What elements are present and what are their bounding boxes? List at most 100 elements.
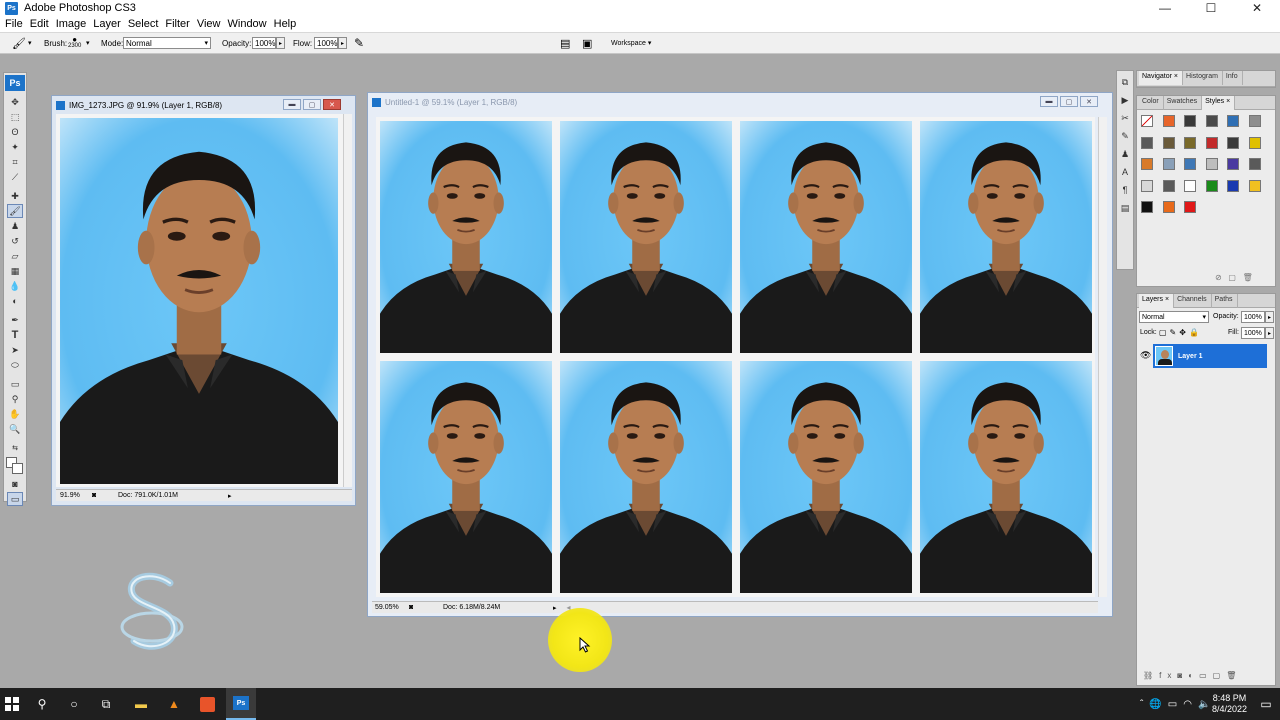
clone-stamp-tool-icon[interactable]: ♟ <box>7 219 23 233</box>
layer-comps-panel-icon[interactable]: ▤ <box>1118 201 1132 215</box>
opacity-arrow-icon[interactable]: ▸ <box>276 37 285 49</box>
zoom-level[interactable]: 59.05% <box>375 604 407 611</box>
maximize-icon[interactable]: ▢ <box>1060 96 1078 107</box>
character-panel-icon[interactable]: A <box>1118 165 1132 179</box>
style-swatch[interactable] <box>1227 158 1239 170</box>
color-swap-icon[interactable]: ⇆ <box>7 441 23 455</box>
document-title-bar[interactable]: Untitled-1 @ 59.1% (Layer 1, RGB/8) <box>368 93 1112 111</box>
screen-mode-icon[interactable]: ▭ <box>7 492 23 506</box>
tab-paths[interactable]: Paths <box>1212 294 1238 308</box>
tab-navigator[interactable]: Navigator × <box>1139 71 1184 85</box>
close-icon[interactable]: ✕ <box>1234 0 1280 16</box>
foreground-background-colors[interactable] <box>5 456 25 476</box>
status-menu-icon[interactable]: ◙ <box>409 604 429 611</box>
style-swatch[interactable] <box>1141 136 1153 149</box>
fill-input[interactable]: 100% <box>1241 327 1265 339</box>
flow-field[interactable]: 100% ▸ <box>314 36 347 50</box>
adjustment-layer-icon[interactable]: ◐ <box>1188 671 1199 680</box>
magic-wand-tool-icon[interactable]: ✦ <box>7 140 23 154</box>
shape-tool-icon[interactable]: ⬭ <box>7 358 23 372</box>
menu-select[interactable]: Select <box>127 18 165 30</box>
path-selection-tool-icon[interactable]: ➤ <box>7 343 23 357</box>
pen-tool-icon[interactable]: ✒ <box>7 313 23 327</box>
style-swatch[interactable] <box>1227 136 1239 149</box>
trash-icon[interactable]: 🗑 <box>1243 273 1253 282</box>
menu-image[interactable]: Image <box>55 18 93 30</box>
style-swatch[interactable] <box>1205 158 1218 170</box>
palette-well-icon[interactable]: ▣ <box>582 36 592 50</box>
vertical-scrollbar[interactable] <box>343 114 352 487</box>
histogram-panel-icon[interactable]: ▶ <box>1118 93 1132 107</box>
lasso-tool-icon[interactable]: ʘ <box>7 125 23 139</box>
blur-tool-icon[interactable]: 💧 <box>7 279 23 293</box>
style-swatch[interactable] <box>1248 136 1261 149</box>
style-swatch[interactable] <box>1205 179 1218 192</box>
document-canvas[interactable] <box>56 114 345 487</box>
tab-histogram[interactable]: Histogram <box>1183 71 1223 85</box>
document-canvas[interactable] <box>376 117 1095 597</box>
clear-style-icon[interactable]: ⊘ <box>1215 273 1222 282</box>
brush-tool-icon[interactable]: 🖌 <box>7 204 23 218</box>
new-style-icon[interactable]: ▢ <box>1228 273 1236 282</box>
style-swatch[interactable] <box>1184 201 1196 213</box>
layer-style-icon[interactable]: fx <box>1159 671 1177 680</box>
menu-help[interactable]: Help <box>273 18 303 30</box>
notifications-icon[interactable]: ▭ <box>1258 696 1274 712</box>
style-swatch[interactable] <box>1162 115 1175 127</box>
document-window-img1273[interactable]: IMG_1273.JPG @ 91.9% (Layer 1, RGB/8) ▬ … <box>51 95 356 506</box>
style-swatch[interactable] <box>1205 115 1218 127</box>
tab-styles[interactable]: Styles × <box>1202 96 1236 110</box>
style-swatch[interactable] <box>1227 115 1239 127</box>
style-swatch[interactable] <box>1162 136 1175 149</box>
close-icon[interactable]: ✕ <box>1080 96 1098 107</box>
menu-layer[interactable]: Layer <box>92 18 127 30</box>
style-swatch[interactable] <box>1184 136 1196 149</box>
mode-select[interactable]: Normal ▾ <box>123 36 211 50</box>
tools-panel-icon[interactable]: ✂ <box>1118 111 1132 125</box>
paragraph-panel-icon[interactable]: ¶ <box>1118 183 1132 197</box>
close-icon[interactable]: ✕ <box>323 99 341 110</box>
style-swatch[interactable] <box>1184 115 1196 127</box>
history-brush-tool-icon[interactable]: ↺ <box>7 234 23 248</box>
group-icon[interactable]: ▭ <box>1199 671 1213 680</box>
brush-dropdown-icon[interactable]: ▾ <box>86 36 90 50</box>
blend-mode-select[interactable]: Normal ▾ <box>1139 311 1209 323</box>
background-color-swatch[interactable] <box>12 463 23 474</box>
tab-layers[interactable]: Layers × <box>1139 294 1175 308</box>
layer-opacity-input[interactable]: 100% <box>1241 311 1265 323</box>
status-menu-icon[interactable]: ◙ <box>92 492 112 499</box>
network-icon[interactable]: 🌐 <box>1149 699 1161 710</box>
maximize-icon[interactable]: ☐ <box>1188 0 1234 16</box>
menu-edit[interactable]: Edit <box>29 18 55 30</box>
vertical-scrollbar[interactable] <box>1098 117 1107 597</box>
style-swatch[interactable] <box>1162 158 1175 170</box>
lock-icons[interactable]: ▢✎✥🔒 <box>1159 328 1202 337</box>
style-swatch[interactable] <box>1162 179 1175 192</box>
status-arrow-icon[interactable]: ▸ <box>553 604 557 612</box>
brush-tool-icon[interactable]: 🖌 <box>12 36 26 50</box>
eye-icon[interactable]: 👁 <box>1140 350 1151 361</box>
new-layer-icon[interactable]: ▢ <box>1213 671 1227 680</box>
volume-icon[interactable]: 🔈 <box>1198 699 1210 710</box>
style-swatch[interactable] <box>1184 158 1196 170</box>
zoom-tool-icon[interactable]: 🔍 <box>7 422 23 436</box>
style-swatch[interactable] <box>1205 136 1218 149</box>
document-size[interactable]: Doc: 6.18M/8.24M <box>443 604 553 611</box>
style-swatch[interactable] <box>1162 201 1175 213</box>
style-swatch[interactable] <box>1227 179 1239 192</box>
style-swatch[interactable] <box>1141 115 1153 127</box>
status-arrow-icon[interactable]: ▸ <box>228 492 232 500</box>
maximize-icon[interactable]: ▢ <box>303 99 321 110</box>
crop-tool-icon[interactable]: ⌗ <box>7 155 23 169</box>
flow-input[interactable]: 100% <box>314 37 338 49</box>
minimize-icon[interactable]: — <box>1142 0 1188 16</box>
clone-source-panel-icon[interactable]: ♟ <box>1118 147 1132 161</box>
style-swatch[interactable] <box>1184 179 1196 192</box>
file-browser-icon[interactable]: ▤ <box>560 36 570 50</box>
style-swatch[interactable] <box>1248 179 1261 192</box>
search-icon[interactable]: ⚲ <box>34 696 50 712</box>
app-icon-orange[interactable] <box>199 696 215 712</box>
minimize-icon[interactable]: ▬ <box>1040 96 1058 107</box>
menu-window[interactable]: Window <box>227 18 273 30</box>
menu-view[interactable]: View <box>196 18 227 30</box>
